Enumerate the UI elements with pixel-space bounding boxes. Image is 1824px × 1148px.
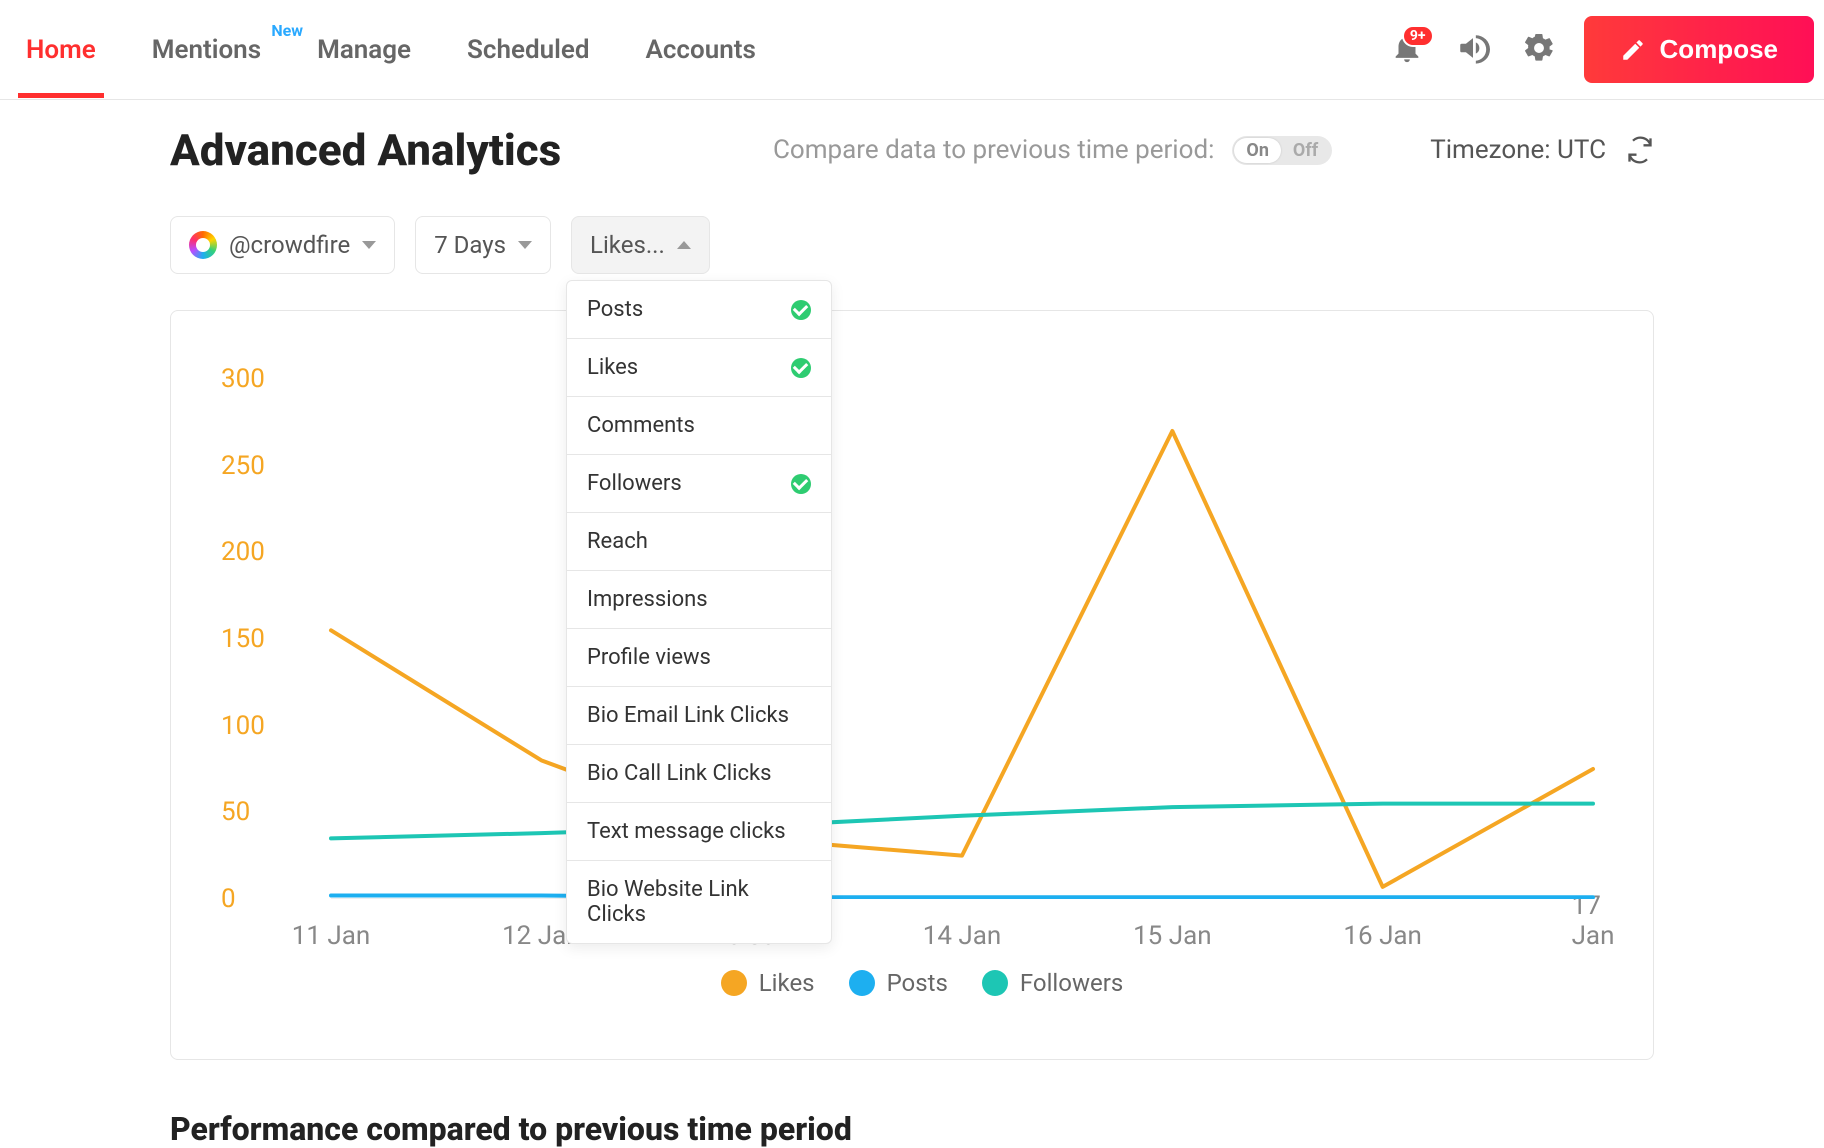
metric-option[interactable]: Bio Email Link Clicks [567,687,831,745]
metric-option-label: Bio Call Link Clicks [587,761,772,786]
compare-toggle[interactable]: On Off [1232,136,1332,165]
metric-option[interactable]: Profile views [567,629,831,687]
megaphone-icon[interactable] [1456,31,1490,69]
nav-icons: 9+ [1390,31,1556,69]
metric-option-label: Posts [587,297,643,322]
range-filter[interactable]: 7 Days [415,216,551,274]
metric-option-label: Likes [587,355,638,380]
metric-option[interactable]: Reach [567,513,831,571]
legend-label: Followers [1020,969,1123,997]
metric-option[interactable]: Followers [567,455,831,513]
check-icon [791,358,811,378]
chart-series [331,804,1593,839]
x-axis-tick: 17 Jan [1572,891,1615,951]
nav-tab-home[interactable]: Home [18,3,104,97]
compare-label: Compare data to previous time period: [773,135,1214,165]
chevron-up-icon [677,241,691,249]
page-title: Advanced Analytics [170,124,561,176]
account-value: @crowdfire [229,231,350,259]
metric-filter[interactable]: Likes... [571,216,710,274]
new-badge: New [271,21,303,40]
metric-option[interactable]: Text message clicks [567,803,831,861]
nav-tab-manage[interactable]: Manage [309,3,419,97]
title-row: Advanced Analytics Compare data to previ… [170,124,1654,176]
crowdfire-logo-icon [189,231,217,259]
metric-option-label: Impressions [587,587,708,612]
nav-tab-mentions[interactable]: Mentions New [144,3,269,97]
metric-dropdown: Posts Likes Comments Followers Reach Impressi… [566,280,832,944]
legend-item[interactable]: Posts [849,969,948,997]
nav-tab-scheduled[interactable]: Scheduled [459,3,597,97]
nav-tabs: Home Mentions New Manage Scheduled Accou… [18,3,764,97]
legend-item[interactable]: Likes [721,969,815,997]
x-axis-tick: 15 Jan [1133,921,1212,951]
legend-item[interactable]: Followers [982,969,1123,997]
legend-dot-icon [721,970,747,996]
metric-option[interactable]: Posts [567,281,831,339]
metric-option[interactable]: Comments [567,397,831,455]
account-filter[interactable]: @crowdfire [170,216,395,274]
nav-tab-label: Mentions [152,35,261,65]
line-chart: 05010015020025030011 Jan12 Jan13 Jan14 J… [221,379,1623,899]
metric-option-label: Reach [587,529,648,554]
metric-option-label: Profile views [587,645,711,670]
metric-option[interactable]: Bio Website Link Clicks [567,861,831,943]
metric-option[interactable]: Impressions [567,571,831,629]
notif-count: 9+ [1402,25,1434,47]
x-axis-tick: 14 Jan [923,921,1002,951]
chevron-down-icon [362,241,376,249]
metric-option-label: Text message clicks [587,819,786,844]
range-value: 7 Days [434,231,506,259]
performance-title: Performance compared to previous time pe… [170,1110,1654,1148]
metric-option-label: Bio Website Link Clicks [587,877,811,927]
compose-label: Compose [1660,34,1778,65]
bell-icon[interactable]: 9+ [1390,31,1424,69]
check-icon [791,300,811,320]
chart-legend: Likes Posts Followers [221,969,1623,997]
chart-series [331,896,1593,898]
toggle-on: On [1234,138,1281,163]
top-nav: Home Mentions New Manage Scheduled Accou… [0,0,1824,100]
chart-svg [221,379,1623,899]
x-axis-tick: 11 Jan [292,921,371,951]
legend-dot-icon [982,970,1008,996]
metric-option-label: Bio Email Link Clicks [587,703,789,728]
legend-dot-icon [849,970,875,996]
nav-tab-accounts[interactable]: Accounts [638,3,764,97]
chevron-down-icon [518,241,532,249]
compose-icon [1620,37,1646,63]
legend-label: Likes [759,969,815,997]
legend-label: Posts [887,969,948,997]
compose-button[interactable]: Compose [1584,16,1814,83]
x-axis-tick: 16 Jan [1343,921,1422,951]
gear-icon[interactable] [1522,31,1556,69]
toggle-off: Off [1281,138,1330,163]
metric-option[interactable]: Bio Call Link Clicks [567,745,831,803]
metric-value: Likes... [590,231,665,259]
chart-series [331,431,1593,887]
timezone-label: Timezone: UTC [1430,135,1606,165]
filter-row: @crowdfire 7 Days Likes... PostsLikesCom… [170,216,1654,274]
metric-option[interactable]: Likes [567,339,831,397]
metric-option-label: Comments [587,413,695,438]
refresh-icon[interactable] [1626,136,1654,164]
metric-option-label: Followers [587,471,682,496]
chart-card: 05010015020025030011 Jan12 Jan13 Jan14 J… [170,310,1654,1060]
check-icon [791,474,811,494]
